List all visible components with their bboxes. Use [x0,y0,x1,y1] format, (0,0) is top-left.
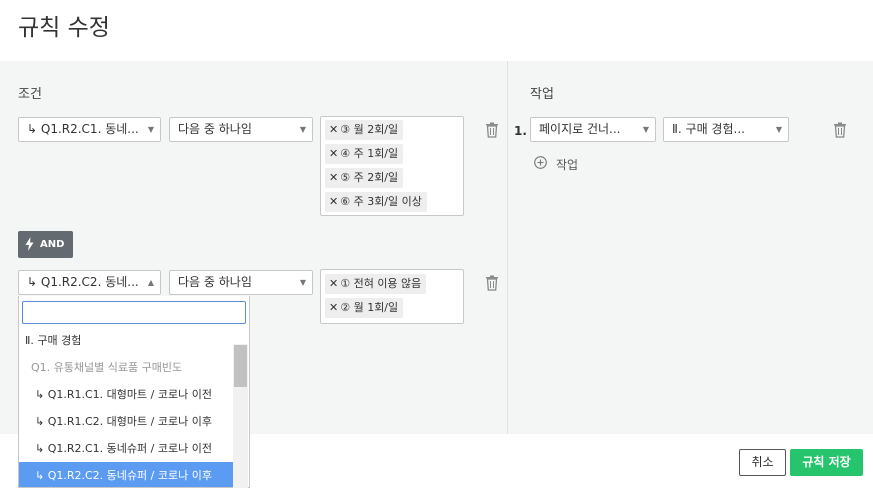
chevron-down-icon: ▼ [642,125,649,134]
value-chip: ✕ ① 전혀 이용 않음 [325,274,427,294]
chevron-down-icon: ▼ [299,125,306,134]
remove-chip-icon[interactable]: ✕ [329,171,338,184]
action-1-type-select[interactable]: 페이지로 건너... ▼ [530,117,656,142]
remove-chip-icon[interactable]: ✕ [329,277,338,290]
actions-label: 작업 [530,87,554,102]
plus-circle-icon [534,156,547,169]
chevron-down-icon: ▼ [299,278,306,287]
delete-action-1-trash-icon[interactable] [833,122,847,138]
action-1-target-select[interactable]: Ⅱ. 구매 경험... ▼ [663,117,789,142]
condition-2-values-box[interactable]: ✕ ① 전혀 이용 않음 ✕ ② 월 1회/일 [320,269,464,324]
condition-2-question-value: ↳ Q1.R2.C2. 동네... [27,275,139,289]
dropdown-item-selected[interactable]: ↳ Q1.R2.C2. 동네슈퍼 / 코로나 이후 [19,462,233,487]
dropdown-search-input[interactable] [22,301,246,324]
dropdown-item[interactable]: ↳ Q1.R1.C2. 대형마트 / 코로나 이후 [19,408,233,435]
condition-1-question-select[interactable]: ↳ Q1.R2.C1. 동네... ▼ [18,117,161,142]
remove-chip-icon[interactable]: ✕ [329,195,338,208]
action-1-number: 1. [514,124,527,138]
dropdown-scroll-thumb[interactable] [234,345,247,387]
add-action-label: 작업 [556,158,579,172]
chevron-up-icon: ▲ [147,278,154,287]
panel-divider [507,61,508,434]
chevron-down-icon: ▼ [775,125,782,134]
action-1-type-value: 페이지로 건너... [539,122,621,136]
value-chip: ✕ ③ 월 2회/일 [325,120,404,140]
question-dropdown: Ⅱ. 구매 경험 Q1. 유통채널별 식료품 구매빈도 ↳ Q1.R1.C1. … [18,296,250,488]
remove-chip-icon[interactable]: ✕ [329,301,338,314]
condition-2-question-select[interactable]: ↳ Q1.R2.C2. 동네... ▲ [18,270,161,295]
delete-condition-1-trash-icon[interactable] [485,122,499,138]
lightning-icon [25,237,34,251]
dialog-title: 규칙 수정 [18,15,110,41]
condition-1-operator-value: 다음 중 하나임 [178,122,252,136]
remove-chip-icon[interactable]: ✕ [329,147,338,160]
cancel-button[interactable]: 취소 [739,449,786,476]
value-chip: ✕ ④ 주 1회/일 [325,144,404,164]
dropdown-item: Q1. 유통채널별 식료품 구매빈도 [31,361,183,374]
condition-1-operator-select[interactable]: 다음 중 하나임 ▼ [169,117,313,142]
chevron-down-icon: ▼ [147,125,154,134]
save-rule-button[interactable]: 규칙 저장 [790,449,863,476]
value-chip: ✕ ⑤ 주 2회/일 [325,168,404,188]
dropdown-item[interactable]: Ⅱ. 구매 경험 [19,327,233,354]
value-chip: ✕ ⑥ 주 3회/일 이상 [325,192,427,212]
condition-1-question-value: ↳ Q1.R2.C1. 동네... [27,122,139,136]
remove-chip-icon[interactable]: ✕ [329,123,338,136]
dropdown-item[interactable]: ↳ Q1.R2.C1. 동네슈퍼 / 코로나 이전 [19,435,233,462]
conditions-label: 조건 [18,87,42,102]
condition-1-values-box[interactable]: ✕ ③ 월 2회/일 ✕ ④ 주 1회/일 ✕ ⑤ 주 2회/일 ✕ ⑥ 주 3회/일 … [320,116,464,216]
condition-2-operator-select[interactable]: 다음 중 하나임 ▼ [169,270,313,295]
delete-condition-2-trash-icon[interactable] [485,275,499,291]
value-chip: ✕ ② 월 1회/일 [325,298,404,318]
and-label: AND [40,239,65,250]
condition-2-operator-value: 다음 중 하나임 [178,275,252,289]
action-1-target-value: Ⅱ. 구매 경험... [672,122,745,136]
and-connector-button[interactable]: AND [18,231,73,258]
dropdown-item[interactable]: ↳ Q1.R1.C1. 대형마트 / 코로나 이전 [19,381,233,408]
